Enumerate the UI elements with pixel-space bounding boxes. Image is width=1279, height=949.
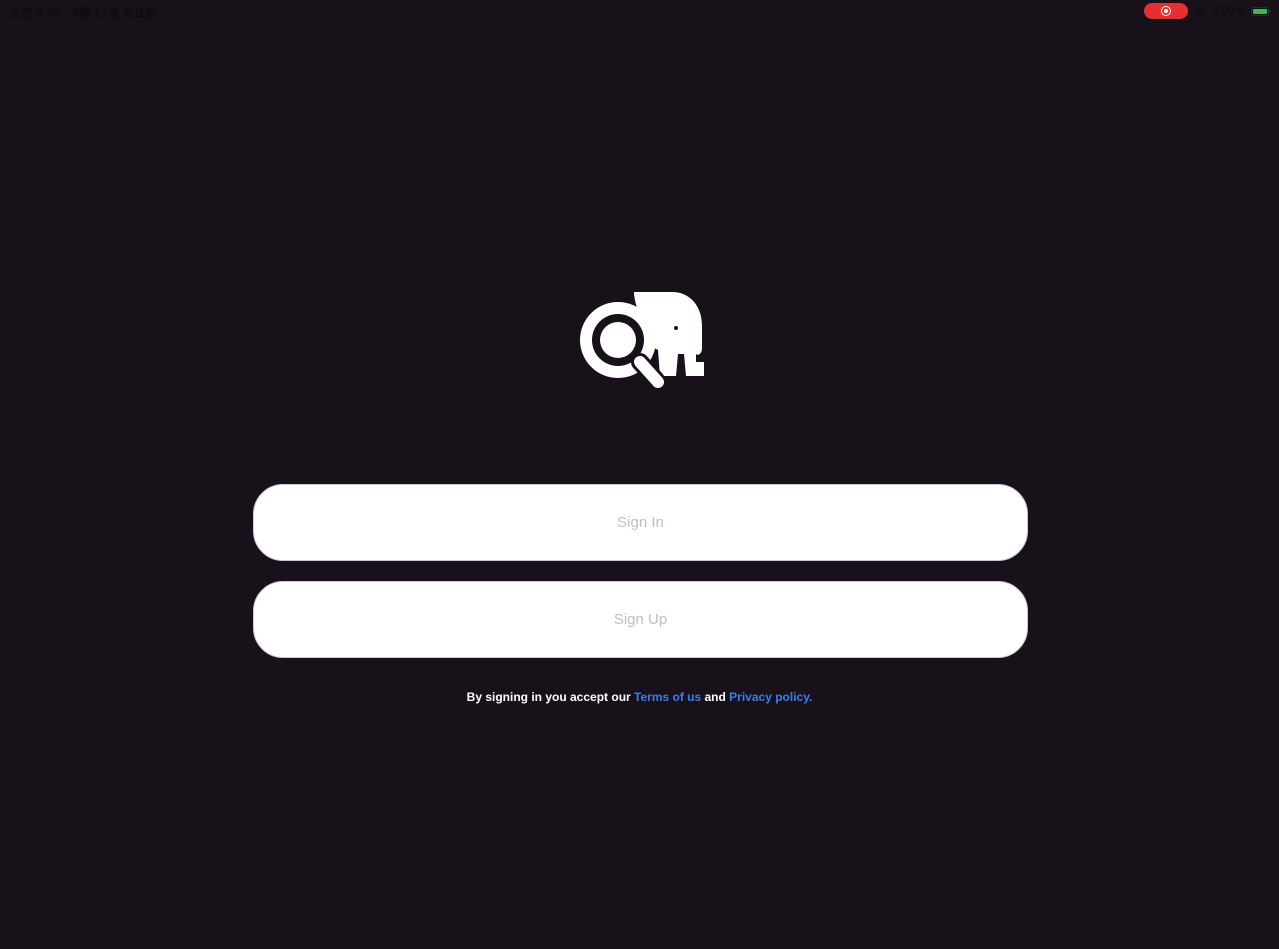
status-time: 오전 5:36 [10, 6, 61, 20]
status-right: 100% [1144, 3, 1271, 19]
status-bar: 오전 5:36 8월 17일 화요일 100% [0, 0, 1279, 22]
legal-notice: By signing in you accept our Terms of us… [0, 690, 1279, 704]
app-logo [580, 292, 704, 388]
record-icon [1161, 6, 1172, 16]
sign-in-button[interactable]: Sign In [253, 484, 1028, 561]
status-left: 오전 5:36 8월 17일 화요일 [10, 4, 164, 21]
status-date: 8월 17일 화요일 [72, 6, 157, 20]
legal-middle: and [701, 690, 730, 704]
screen-recording-indicator[interactable] [1144, 3, 1189, 19]
privacy-policy-link[interactable]: Privacy policy. [729, 690, 812, 704]
legal-prefix: By signing in you accept our [466, 690, 635, 704]
battery-percent: 100% [1214, 4, 1245, 18]
sign-up-label: Sign Up [613, 611, 668, 628]
terms-link[interactable]: Terms of us [634, 690, 701, 704]
battery-icon [1251, 6, 1271, 16]
login-screen: 오전 5:36 8월 17일 화요일 100% Sign In Sign Up … [0, 0, 1279, 949]
wifi-icon [1195, 7, 1208, 16]
sign-up-button[interactable]: Sign Up [253, 581, 1028, 658]
sign-in-label: Sign In [617, 514, 664, 531]
battery-level [1253, 8, 1267, 14]
